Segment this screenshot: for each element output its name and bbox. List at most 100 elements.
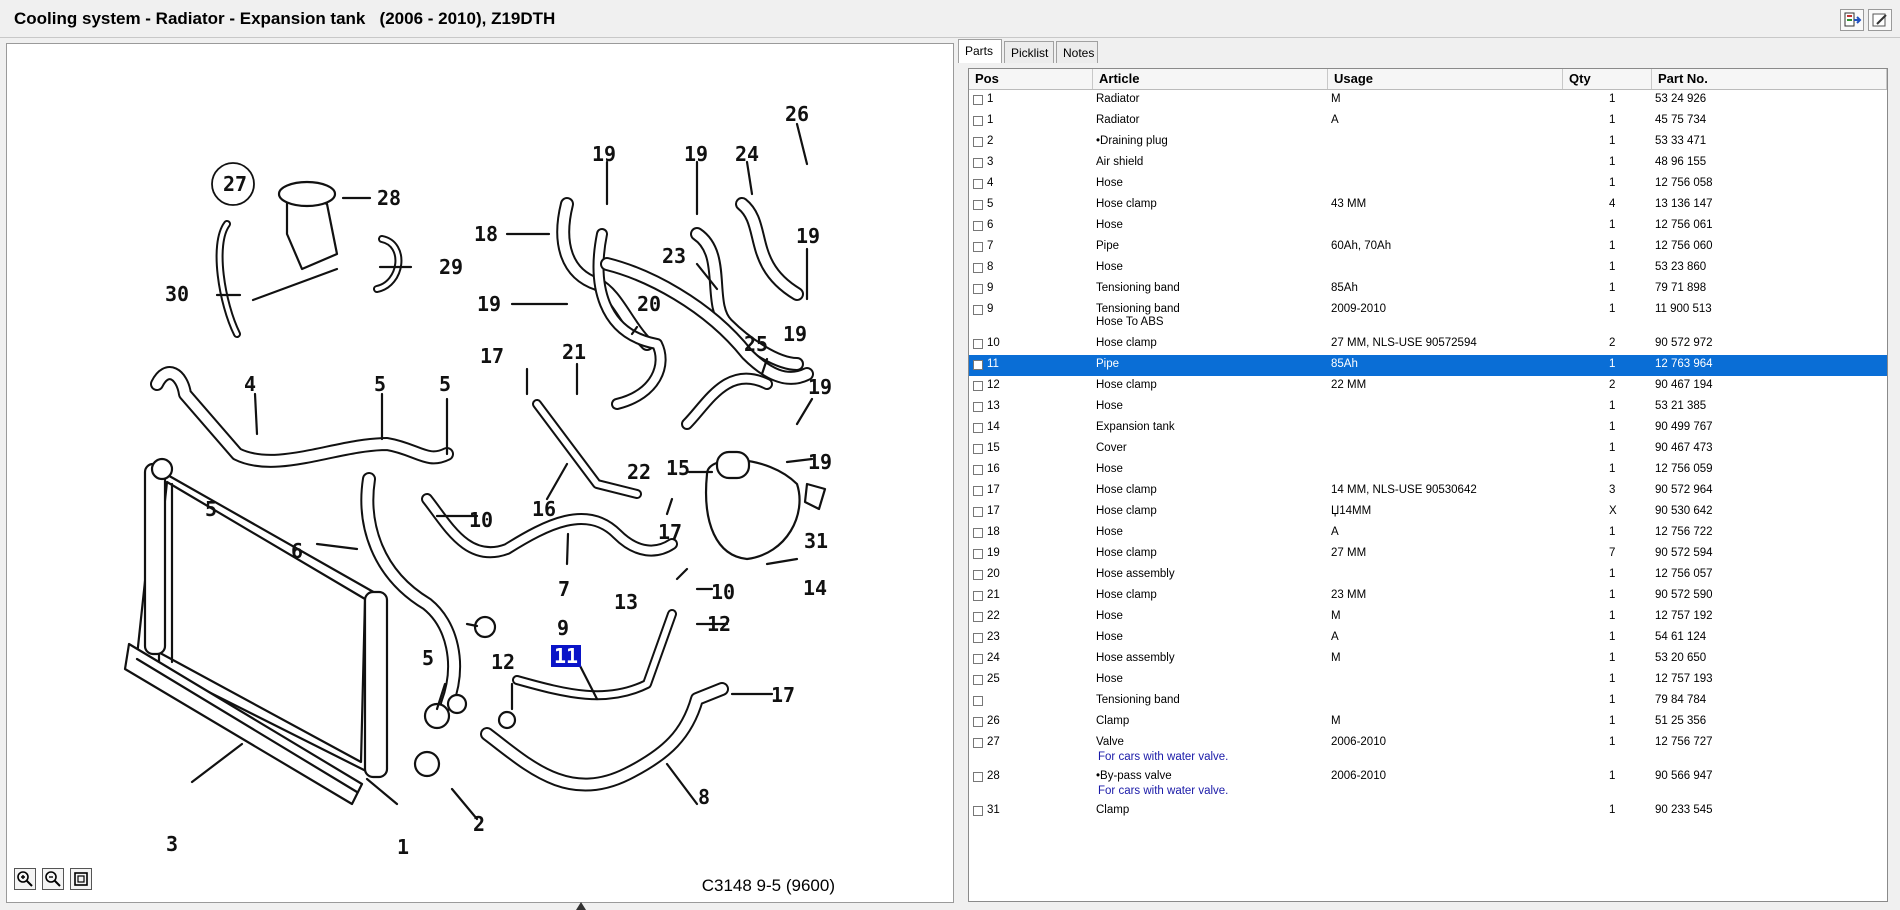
table-row[interactable]: 9 Tensioning band 85Ah 1 79 71 898: [969, 279, 1887, 300]
callout-7[interactable]: 7: [558, 579, 570, 599]
row-checkbox[interactable]: [973, 284, 983, 294]
table-row[interactable]: 1 Radiator M 1 53 24 926: [969, 90, 1887, 111]
table-row[interactable]: 4 Hose 1 12 756 058: [969, 174, 1887, 195]
row-checkbox[interactable]: [973, 591, 983, 601]
table-row[interactable]: 24 Hose assembly M 1 53 20 650: [969, 649, 1887, 670]
callout-10-a[interactable]: 10: [469, 510, 493, 530]
row-checkbox[interactable]: [973, 654, 983, 664]
tab-parts[interactable]: Parts: [958, 39, 1002, 63]
row-checkbox[interactable]: [973, 486, 983, 496]
callout-28[interactable]: 28: [377, 188, 401, 208]
callout-11-selected[interactable]: 11: [551, 645, 582, 667]
callout-15[interactable]: 15: [666, 458, 690, 478]
table-row[interactable]: 15 Cover 1 90 467 473: [969, 439, 1887, 460]
callout-5-b[interactable]: 5: [439, 374, 451, 394]
row-checkbox[interactable]: [973, 738, 983, 748]
callout-26[interactable]: 26: [785, 104, 809, 124]
table-row[interactable]: 13 Hose 1 53 21 385: [969, 397, 1887, 418]
table-row[interactable]: 11 Pipe 85Ah 1 12 763 964: [969, 355, 1887, 376]
callout-1[interactable]: 1: [397, 837, 409, 857]
callout-16[interactable]: 16: [532, 499, 556, 519]
callout-6[interactable]: 6: [291, 541, 303, 561]
callout-4[interactable]: 4: [244, 374, 256, 394]
row-checkbox[interactable]: [973, 221, 983, 231]
table-row[interactable]: 22 Hose M 1 12 757 192: [969, 607, 1887, 628]
row-checkbox[interactable]: [973, 381, 983, 391]
table-row[interactable]: 12 Hose clamp 22 MM 2 90 467 194: [969, 376, 1887, 397]
zoom-in-button[interactable]: [14, 868, 36, 890]
row-checkbox[interactable]: [973, 444, 983, 454]
zoom-out-button[interactable]: [42, 868, 64, 890]
table-row[interactable]: 2 •Draining plug 1 53 33 471: [969, 132, 1887, 153]
callout-30[interactable]: 30: [165, 284, 189, 304]
row-checkbox[interactable]: [973, 549, 983, 559]
table-row[interactable]: Tensioning band 1 79 84 784: [969, 691, 1887, 712]
table-row[interactable]: 14 Expansion tank 1 90 499 767: [969, 418, 1887, 439]
table-row[interactable]: 26 Clamp M 1 51 25 356: [969, 712, 1887, 733]
row-checkbox[interactable]: [973, 200, 983, 210]
row-checkbox[interactable]: [973, 137, 983, 147]
callout-23[interactable]: 23: [662, 246, 686, 266]
row-checkbox[interactable]: [973, 95, 983, 105]
column-header-pos[interactable]: Pos: [969, 69, 1093, 89]
table-row[interactable]: 28 •By-pass valve For cars with water valv…: [969, 767, 1887, 801]
table-row[interactable]: 19 Hose clamp 27 MM 7 90 572 594: [969, 544, 1887, 565]
tab-notes[interactable]: Notes: [1056, 41, 1098, 63]
tab-picklist[interactable]: Picklist: [1004, 41, 1054, 63]
callout-13[interactable]: 13: [614, 592, 638, 612]
column-header-usage[interactable]: Usage: [1328, 69, 1563, 89]
row-checkbox[interactable]: [973, 507, 983, 517]
table-row[interactable]: 6 Hose 1 12 756 061: [969, 216, 1887, 237]
callout-20[interactable]: 20: [637, 294, 661, 314]
table-row[interactable]: 9 Tensioning band Hose To ABS 2009-2010 1 11 …: [969, 300, 1887, 334]
callout-12-a[interactable]: 12: [707, 614, 731, 634]
fit-to-window-button[interactable]: [70, 868, 92, 890]
diagram-panel[interactable]: 27 28 29 30 26 19 19 24 18 19 23 20 19 2…: [6, 43, 954, 903]
callout-8[interactable]: 8: [698, 787, 710, 807]
table-row[interactable]: 27 Valve For cars with water valve. 2006-20…: [969, 733, 1887, 767]
table-row[interactable]: 17 Hose clamp Џ14MM X 90 530 642: [969, 502, 1887, 523]
table-row[interactable]: 31 Clamp 1 90 233 545: [969, 801, 1887, 822]
callout-18[interactable]: 18: [474, 224, 498, 244]
row-checkbox[interactable]: [973, 305, 983, 315]
callout-19-c[interactable]: 19: [796, 226, 820, 246]
row-checkbox[interactable]: [973, 806, 983, 816]
table-row[interactable]: 10 Hose clamp 27 MM, NLS-USE 90572594 2 90 5…: [969, 334, 1887, 355]
table-row[interactable]: 3 Air shield 1 48 96 155: [969, 153, 1887, 174]
table-row[interactable]: 23 Hose A 1 54 61 124: [969, 628, 1887, 649]
callout-22[interactable]: 22: [627, 462, 651, 482]
row-checkbox[interactable]: [973, 116, 983, 126]
row-checkbox[interactable]: [973, 717, 983, 727]
callout-29[interactable]: 29: [439, 257, 463, 277]
parts-table[interactable]: Pos Article Usage Qty Part No. 1 Radiator…: [968, 68, 1888, 902]
callout-17-a[interactable]: 17: [480, 346, 504, 366]
row-checkbox[interactable]: [973, 263, 983, 273]
callout-5-a[interactable]: 5: [374, 374, 386, 394]
callout-19-b[interactable]: 19: [684, 144, 708, 164]
callout-19-g[interactable]: 19: [808, 452, 832, 472]
row-checkbox[interactable]: [973, 360, 983, 370]
callout-19-d[interactable]: 19: [477, 294, 501, 314]
row-checkbox[interactable]: [973, 179, 983, 189]
edit-icon[interactable]: [1868, 9, 1892, 31]
row-checkbox[interactable]: [973, 158, 983, 168]
row-checkbox[interactable]: [973, 528, 983, 538]
table-row[interactable]: 21 Hose clamp 23 MM 1 90 572 590: [969, 586, 1887, 607]
table-row[interactable]: 25 Hose 1 12 757 193: [969, 670, 1887, 691]
row-checkbox[interactable]: [973, 675, 983, 685]
row-checkbox[interactable]: [973, 696, 983, 706]
row-checkbox[interactable]: [973, 402, 983, 412]
callout-5-d[interactable]: 5: [422, 648, 434, 668]
row-checkbox[interactable]: [973, 612, 983, 622]
table-row[interactable]: 8 Hose 1 53 23 860: [969, 258, 1887, 279]
callout-9[interactable]: 9: [557, 618, 569, 638]
callout-19-f[interactable]: 19: [808, 377, 832, 397]
callout-25[interactable]: 25: [744, 334, 768, 354]
row-checkbox[interactable]: [973, 339, 983, 349]
callout-19-a[interactable]: 19: [592, 144, 616, 164]
table-row[interactable]: 18 Hose A 1 12 756 722: [969, 523, 1887, 544]
table-row[interactable]: 16 Hose 1 12 756 059: [969, 460, 1887, 481]
table-row[interactable]: 1 Radiator A 1 45 75 734: [969, 111, 1887, 132]
callout-27[interactable]: 27: [223, 174, 247, 194]
callout-17-c[interactable]: 17: [771, 685, 795, 705]
